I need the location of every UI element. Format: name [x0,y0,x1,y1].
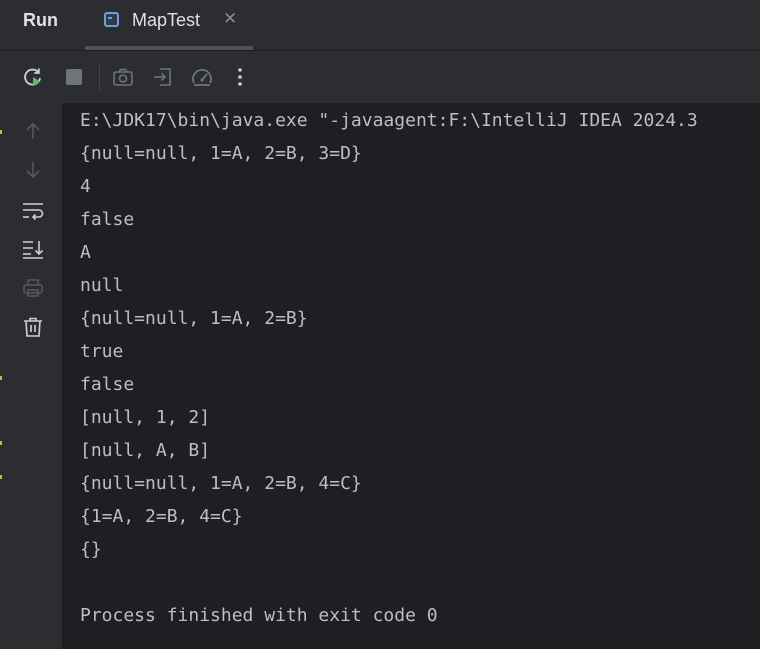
console-line: false [80,209,135,230]
run-toolbar [0,51,760,103]
console-line: 4 [80,176,91,197]
rerun-button[interactable] [21,65,45,89]
console-line: A [80,242,91,263]
edge-marker [0,130,2,134]
down-button[interactable] [21,158,45,182]
console-output[interactable]: E:\JDK17\bin\java.exe "-javaagent:F:\Int… [62,103,760,649]
toolbar-separator [99,63,100,91]
console-line: {null=null, 1=A, 2=B} [80,308,308,329]
trash-icon [24,317,42,337]
soft-wrap-button[interactable] [21,198,45,222]
console-line: null [80,275,124,296]
screenshot-button[interactable] [111,65,135,89]
more-button[interactable] [228,65,252,89]
profiler-icon [192,69,212,86]
edge-marker [0,475,2,479]
console-line: [null, 1, 2] [80,407,211,428]
console-line: [null, A, B] [80,440,211,461]
console-line: {null=null, 1=A, 2=B, 4=C} [80,473,362,494]
console-line: {} [80,539,102,560]
arrow-down-icon [26,162,40,179]
attach-icon [154,68,171,86]
console-line: {1=A, 2=B, 4=C} [80,506,243,527]
run-tool-window: Run MapTest ✕ E:\JDK17\bin\java.exe "-ja… [0,0,760,649]
profiler-button[interactable] [190,65,214,89]
scroll-to-end-button[interactable] [21,237,45,261]
more-icon [238,68,242,86]
tool-window-header: Run MapTest ✕ [0,0,760,50]
screenshot-icon [113,68,133,86]
rerun-icon [24,68,41,86]
console-line: true [80,341,124,362]
print-icon [23,279,43,297]
console-actions-gutter [0,103,62,649]
tab-label: MapTest [132,10,201,30]
stop-button[interactable] [62,65,86,89]
scroll-to-end-icon [23,241,44,259]
stop-icon [66,69,82,85]
java-class-icon [104,12,119,27]
editor-edge-markers [0,103,3,649]
run-title: Run [23,10,58,30]
edge-marker [0,376,2,380]
print-button[interactable] [21,276,45,300]
clear-all-button[interactable] [21,315,45,339]
tab-maptest[interactable]: MapTest ✕ [85,0,253,50]
attach-button[interactable] [151,65,175,89]
arrow-up-icon [26,122,40,139]
edge-marker [0,441,2,445]
console-line: E:\JDK17\bin\java.exe "-javaagent:F:\Int… [80,110,698,131]
console-line: Process finished with exit code 0 [80,605,438,626]
up-button[interactable] [21,119,45,143]
soft-wrap-icon [23,203,44,221]
close-icon[interactable]: ✕ [223,11,237,28]
console-line: {null=null, 1=A, 2=B, 3=D} [80,143,362,164]
console-line: false [80,374,135,395]
